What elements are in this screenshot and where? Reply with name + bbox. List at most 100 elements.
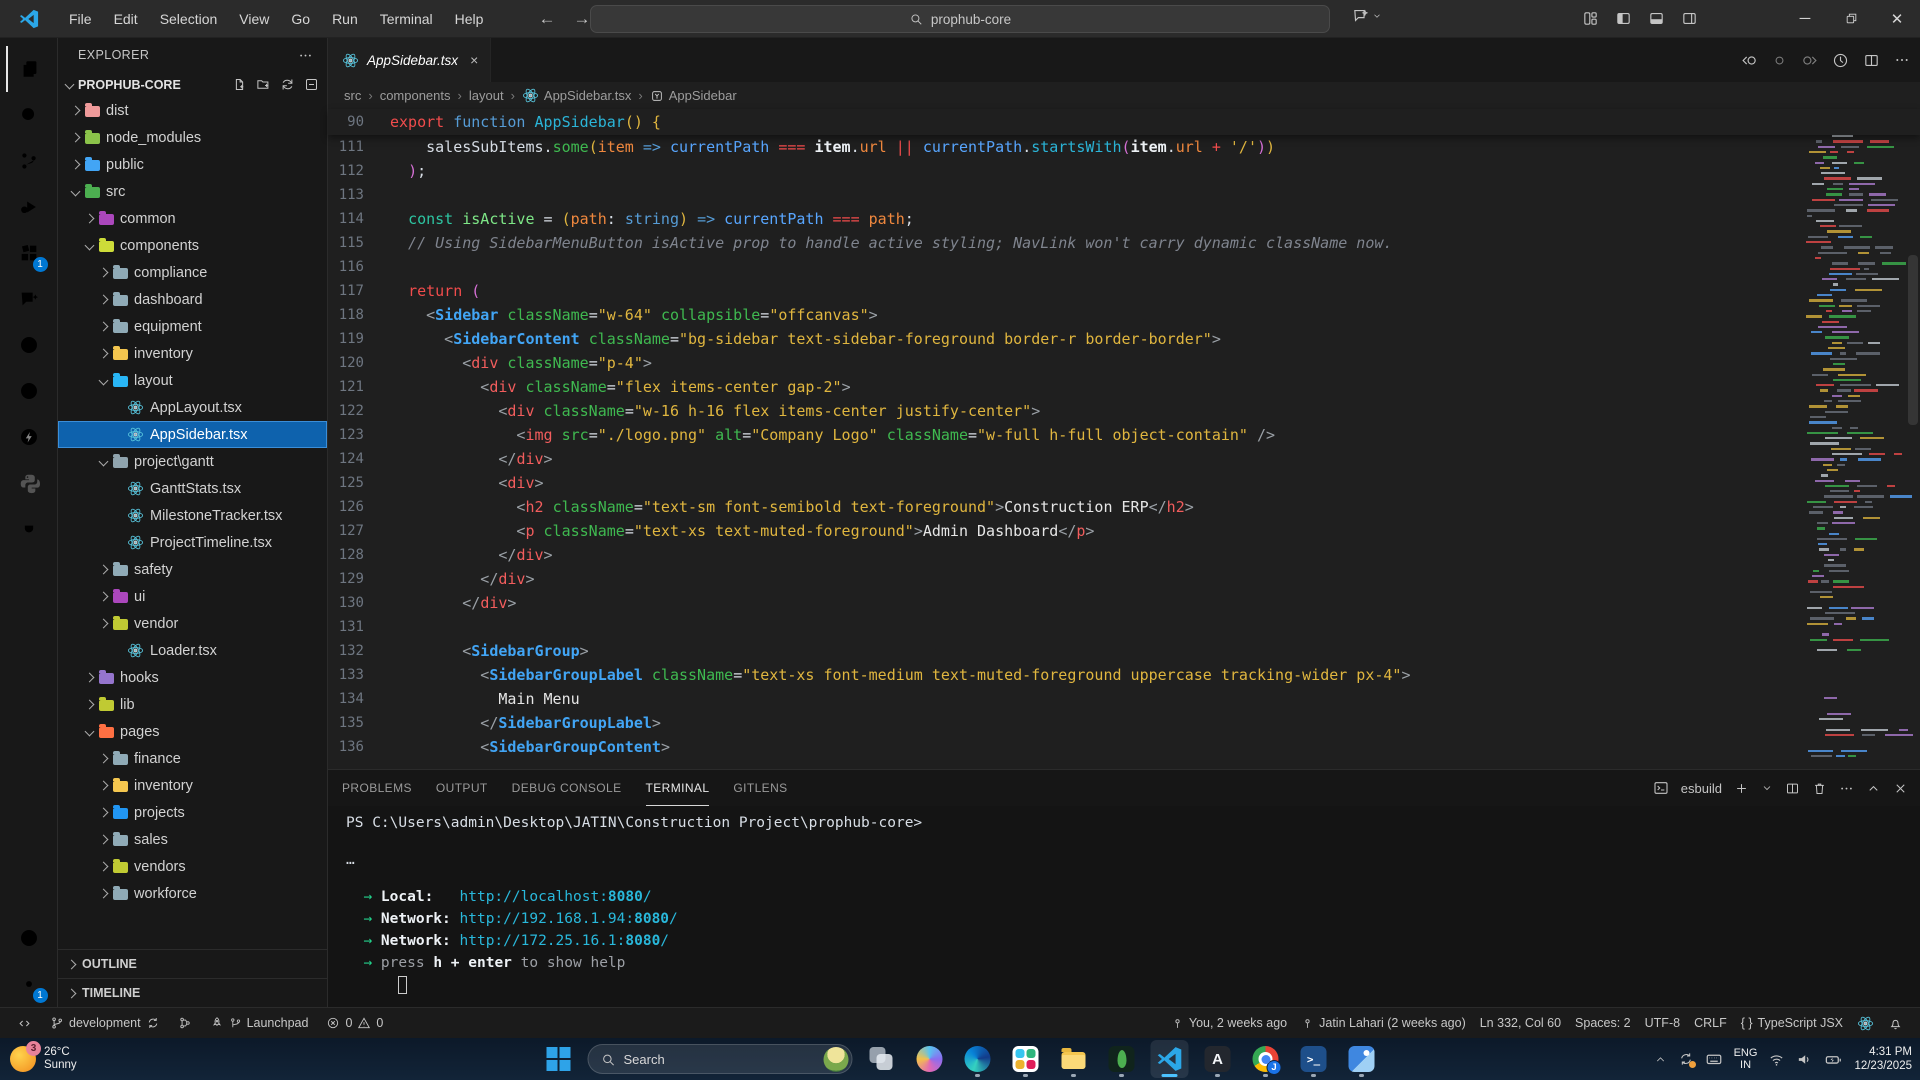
task-view-button[interactable] <box>863 1040 901 1078</box>
language-mode[interactable]: { }TypeScript JSX <box>1734 1016 1850 1030</box>
python-icon[interactable] <box>6 460 52 506</box>
compare-changes-button[interactable] <box>171 1008 199 1038</box>
tab-close-icon[interactable]: × <box>470 52 478 68</box>
battery-icon[interactable] <box>1824 1050 1843 1069</box>
tree-item-common[interactable]: common <box>58 205 327 232</box>
split-terminal-icon[interactable] <box>1785 781 1800 796</box>
tree-item-hooks[interactable]: hooks <box>58 664 327 691</box>
terminal-output[interactable]: PS C:\Users\admin\Desktop\JATIN\Construc… <box>328 806 1920 1007</box>
start-button[interactable] <box>540 1040 578 1078</box>
close-panel-icon[interactable] <box>1893 781 1908 796</box>
tree-item-workforce[interactable]: workforce <box>58 880 327 907</box>
breadcrumb-item[interactable]: src <box>344 88 361 103</box>
minimap[interactable] <box>1804 135 1904 769</box>
tree-item-sales[interactable]: sales <box>58 826 327 853</box>
account-icon[interactable] <box>6 915 52 961</box>
menu-view[interactable]: View <box>228 0 280 37</box>
taskbar-search[interactable]: Search <box>588 1044 853 1074</box>
section-outline[interactable]: OUTLINE <box>58 949 327 978</box>
explorer-more-actions-icon[interactable] <box>298 48 313 63</box>
blame-status[interactable]: You, 2 weeks ago <box>1164 1016 1294 1030</box>
wifi-icon[interactable] <box>1768 1051 1785 1068</box>
nav-forward-icon[interactable]: → <box>573 9 590 29</box>
tree-item-components[interactable]: components <box>58 232 327 259</box>
tree-item-dashboard[interactable]: dashboard <box>58 286 327 313</box>
tree-item-applayout-tsx[interactable]: AppLayout.tsx <box>58 394 327 421</box>
powershell-app-button[interactable]: >_ <box>1295 1040 1333 1078</box>
window-minimize-button[interactable]: ─ <box>1782 0 1828 37</box>
chrome-profile-button[interactable]: J <box>1247 1040 1285 1078</box>
tree-item-lib[interactable]: lib <box>58 691 327 718</box>
tree-item-finance[interactable]: finance <box>58 745 327 772</box>
tree-item-src[interactable]: src <box>58 178 327 205</box>
notifications-bell-icon[interactable] <box>1881 1016 1910 1031</box>
extensions-icon[interactable]: 1 <box>6 230 52 276</box>
menu-edit[interactable]: Edit <box>103 0 149 37</box>
panel-tab-terminal[interactable]: TERMINAL <box>646 770 710 806</box>
tree-item-dist[interactable]: dist <box>58 97 327 124</box>
gitlens-icon[interactable] <box>6 322 52 368</box>
launchpad-button[interactable]: Launchpad <box>203 1008 316 1038</box>
copilot-menu[interactable] <box>1352 7 1382 24</box>
section-timeline[interactable]: TIMELINE <box>58 978 327 1007</box>
tree-item-equipment[interactable]: equipment <box>58 313 327 340</box>
volume-icon[interactable] <box>1796 1051 1813 1068</box>
toggle-secondary-sidebar-icon[interactable] <box>1681 10 1698 27</box>
mongodb-app-button[interactable] <box>1103 1040 1141 1078</box>
remote-indicator[interactable] <box>10 1008 39 1038</box>
customize-layout-icon[interactable] <box>1582 10 1599 27</box>
gitlens-back-icon[interactable] <box>1741 52 1758 69</box>
touch-keyboard-icon[interactable] <box>1705 1050 1723 1068</box>
copilot-app-button[interactable] <box>911 1040 949 1078</box>
tree-item-compliance[interactable]: compliance <box>58 259 327 286</box>
thunder-client-icon[interactable] <box>6 414 52 460</box>
split-editor-icon[interactable] <box>1863 52 1880 69</box>
tree-item-ui[interactable]: ui <box>58 583 327 610</box>
file-explorer-button[interactable] <box>1055 1040 1093 1078</box>
tree-item-vendor[interactable]: vendor <box>58 610 327 637</box>
encoding-status[interactable]: UTF-8 <box>1638 1016 1687 1030</box>
clock[interactable]: 4:31 PM12/23/2025 <box>1854 1045 1912 1073</box>
edge-app-button[interactable] <box>959 1040 997 1078</box>
eol-status[interactable]: CRLF <box>1687 1016 1734 1030</box>
language-indicator[interactable]: ENGIN <box>1734 1047 1758 1072</box>
gitlens-forward-icon[interactable] <box>1801 52 1818 69</box>
tree-item-projects[interactable]: projects <box>58 799 327 826</box>
new-folder-icon[interactable] <box>256 77 271 92</box>
breadcrumb-item[interactable]: layout <box>469 88 504 103</box>
cursor-position[interactable]: Ln 332, Col 60 <box>1473 1016 1568 1030</box>
indentation-status[interactable]: Spaces: 2 <box>1568 1016 1638 1030</box>
weather-widget[interactable]: 3 26°CSunny <box>10 1046 77 1072</box>
collapse-folders-icon[interactable] <box>304 77 319 92</box>
update-sync-icon[interactable] <box>1678 1051 1694 1067</box>
toggle-primary-sidebar-icon[interactable] <box>1615 10 1632 27</box>
explorer-icon[interactable] <box>6 46 52 92</box>
breadcrumb-item[interactable]: components <box>380 88 451 103</box>
tree-item-public[interactable]: public <box>58 151 327 178</box>
ports-icon[interactable] <box>6 506 52 552</box>
timeline-icon[interactable] <box>1832 52 1849 69</box>
git-branch-status[interactable]: development <box>43 1008 167 1038</box>
chat-icon[interactable] <box>6 276 52 322</box>
code-editor[interactable]: 111 salesSubItems.some(item => currentPa… <box>328 135 1920 769</box>
breadcrumb[interactable]: src›components›layout›AppSidebar.tsx›App… <box>328 82 1920 109</box>
photos-app-button[interactable] <box>1343 1040 1381 1078</box>
terminal-dropdown-icon[interactable] <box>1761 782 1773 794</box>
panel-more-actions-icon[interactable] <box>1839 781 1854 796</box>
tree-item-ganttstats-tsx[interactable]: GanttStats.tsx <box>58 475 327 502</box>
tree-item-projecttimeline-tsx[interactable]: ProjectTimeline.tsx <box>58 529 327 556</box>
panel-tab-output[interactable]: OUTPUT <box>436 770 488 806</box>
nav-back-icon[interactable]: ← <box>538 9 555 29</box>
tree-item-milestonetracker-tsx[interactable]: MilestoneTracker.tsx <box>58 502 327 529</box>
tree-item-inventory[interactable]: inventory <box>58 340 327 367</box>
source-control-icon[interactable] <box>6 138 52 184</box>
window-close-button[interactable]: ✕ <box>1874 0 1920 37</box>
editor-scrollbar[interactable] <box>1906 135 1920 769</box>
breadcrumb-item[interactable]: AppSidebar.tsx <box>522 87 631 104</box>
remote-explorer-icon[interactable] <box>6 368 52 414</box>
panel-tab-debug-console[interactable]: DEBUG CONSOLE <box>512 770 622 806</box>
slack-app-button[interactable] <box>1007 1040 1045 1078</box>
editor-more-actions-icon[interactable] <box>1894 52 1910 68</box>
problems-status[interactable]: 0 0 <box>319 1008 390 1038</box>
panel-tab-problems[interactable]: PROBLEMS <box>342 770 412 806</box>
